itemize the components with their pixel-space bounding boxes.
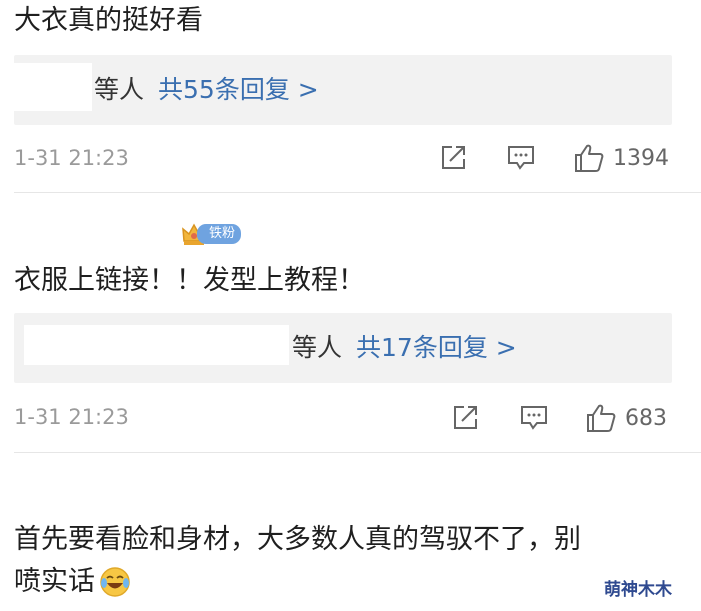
laugh-cry-emoji	[100, 567, 130, 597]
comment-3-text-line2-row: 喷实话	[14, 565, 131, 599]
comment-2-time: 1-31 21:23	[14, 405, 129, 429]
redacted-username	[24, 325, 289, 365]
thumb-up-icon	[575, 144, 604, 172]
redacted-username	[14, 63, 92, 111]
fan-badge: 铁粉	[181, 221, 242, 247]
comment-1-reply-box[interactable]: 等人 共55条回复 >	[14, 55, 672, 125]
comment-1-text: 大衣真的挺好看	[14, 5, 203, 36]
comment-1-comment-button[interactable]	[507, 144, 535, 172]
comment-2-text: 衣服上链接！！发型上教程！	[14, 265, 365, 296]
comment-2-reply-line: 等人 共17条回复 >	[292, 331, 517, 365]
like-count: 683	[625, 405, 667, 431]
comment-2-like-button[interactable]: 683	[585, 402, 667, 434]
comment-1-share-button[interactable]	[440, 144, 467, 171]
comment-2-reply-box[interactable]: 等人 共17条回复 >	[14, 313, 672, 383]
fan-badge-label: 铁粉	[197, 224, 242, 244]
share-icon	[442, 146, 465, 169]
view-replies-link[interactable]: 共55条回复 >	[158, 75, 319, 104]
reply-users-suffix: 等人	[94, 75, 145, 104]
watermark: 萌神木木	[604, 580, 672, 600]
comment-1-time: 1-31 21:23	[14, 146, 129, 170]
comment-3-text-line1: 首先要看脸和身材，大多数人真的驾驭不了，别	[14, 524, 581, 555]
like-count: 1394	[613, 145, 669, 171]
comment-1-reply-line: 等人 共55条回复 >	[94, 73, 319, 107]
comment-icon	[521, 406, 547, 430]
comment-divider	[14, 452, 701, 453]
comment-icon	[508, 146, 534, 170]
thumb-up-icon	[587, 404, 616, 432]
reply-users-suffix: 等人	[292, 333, 343, 362]
comment-1-like-button[interactable]: 1394	[573, 142, 669, 174]
comment-2-comment-button[interactable]	[520, 404, 548, 432]
comment-3-text-line2: 喷实话	[14, 566, 95, 597]
share-icon	[454, 406, 477, 429]
comment-divider	[14, 192, 701, 193]
comment-2-share-button[interactable]	[452, 404, 479, 431]
view-replies-link[interactable]: 共17条回复 >	[356, 333, 517, 362]
